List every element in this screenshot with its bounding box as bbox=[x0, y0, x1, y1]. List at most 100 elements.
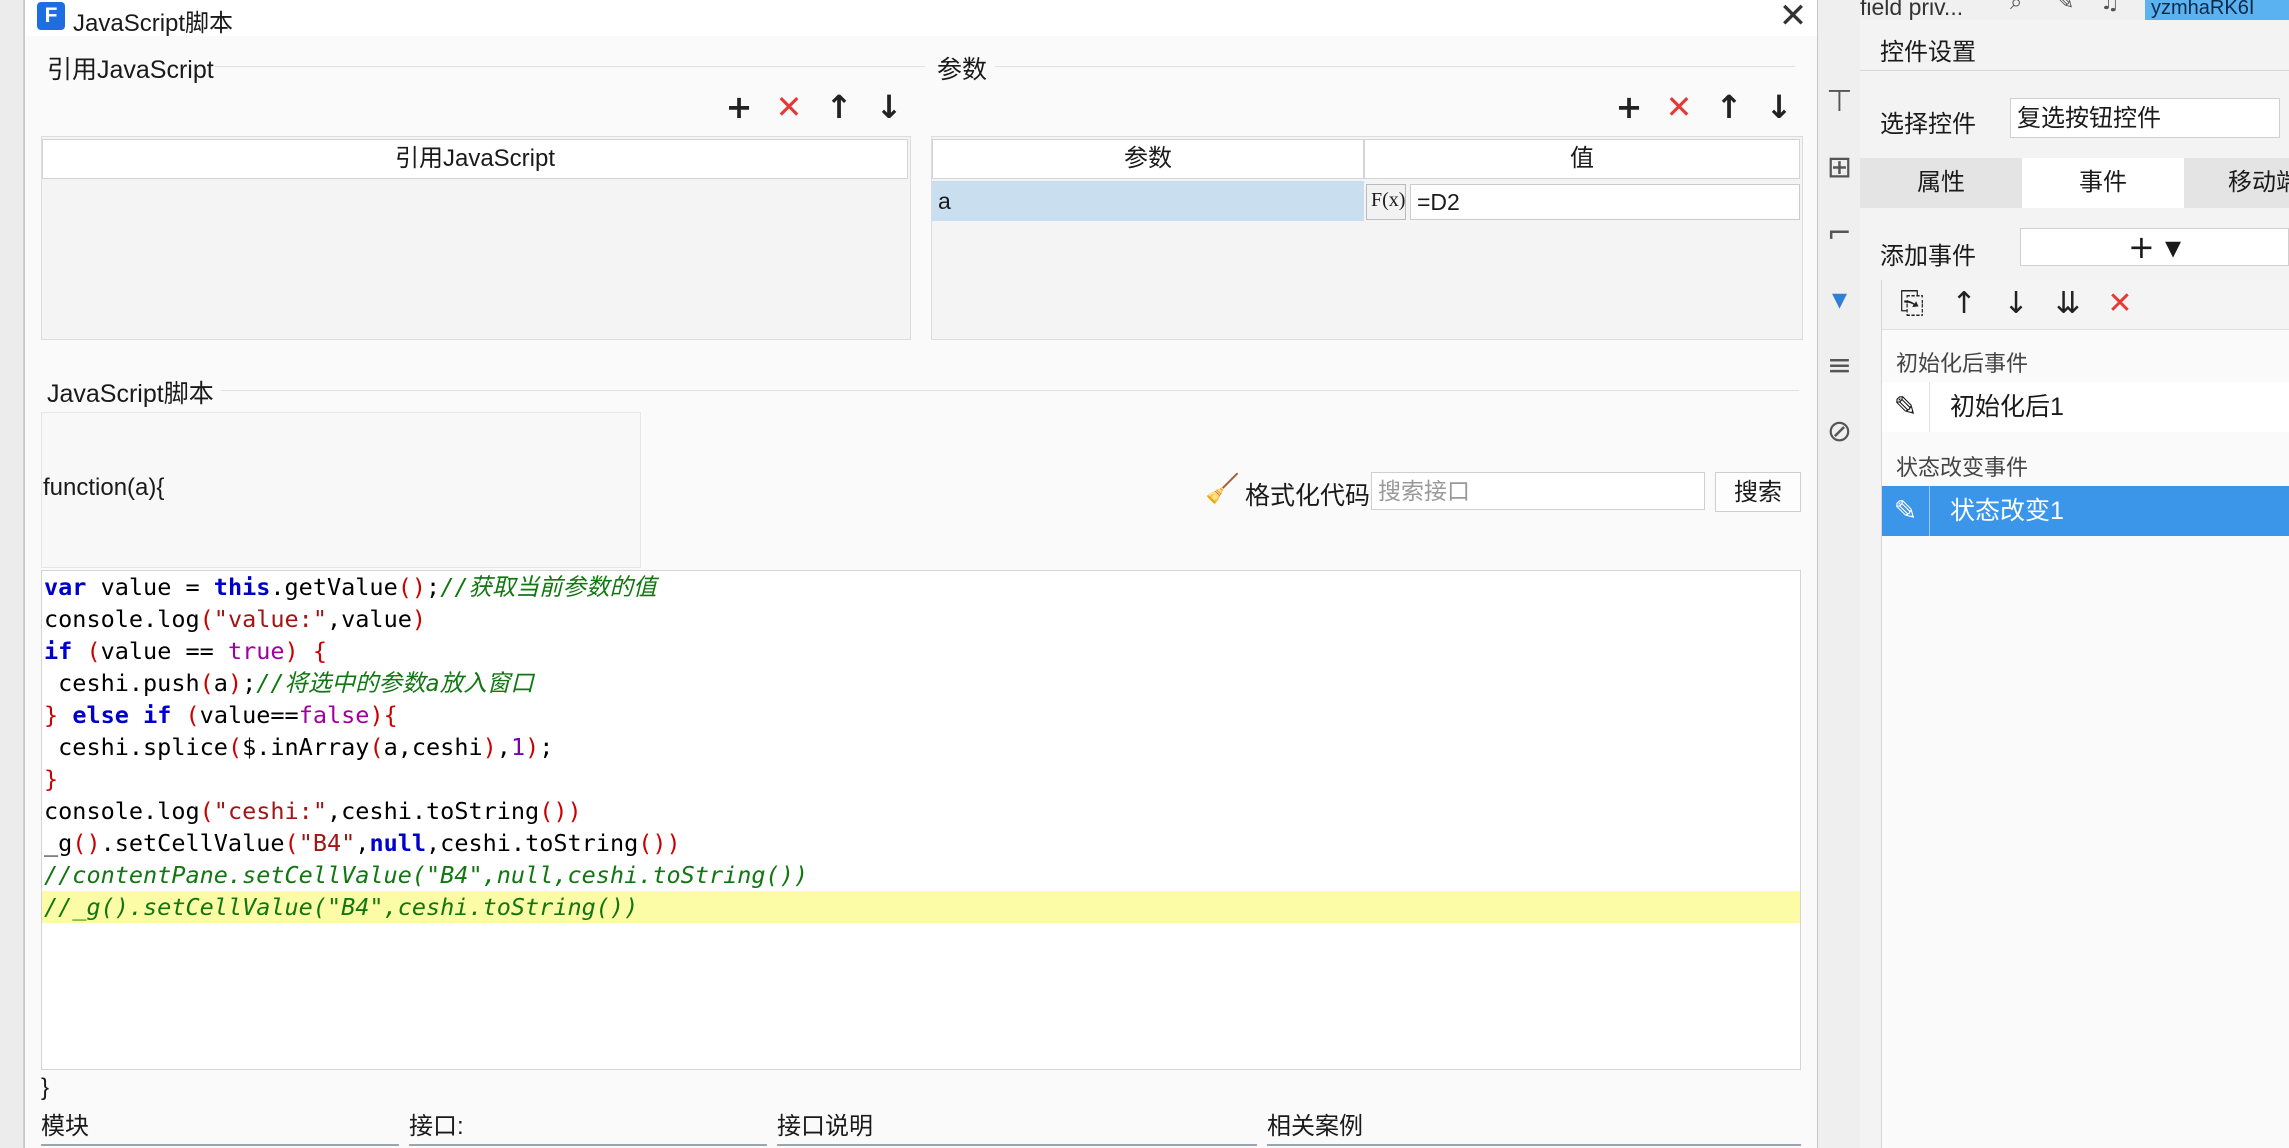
background-app-left-edge bbox=[0, 0, 24, 1148]
ref-move-down-button[interactable]: ↓ bbox=[869, 88, 909, 126]
code-token: ceshi.push bbox=[44, 669, 200, 697]
related-cases-column-label: 相关案例 bbox=[1267, 1113, 1363, 1140]
background-tab-bar: field priv... ⌕ ✎ ♫ yzmhaRK6I bbox=[1860, 0, 2289, 20]
tab-mobile[interactable]: 移动端 bbox=[2184, 158, 2289, 208]
widget-settings-title: 控件设置 bbox=[1880, 39, 1976, 66]
search-button[interactable]: 搜索 bbox=[1715, 472, 1801, 512]
code-line[interactable]: } else if (value==false){ bbox=[42, 699, 1800, 731]
param-add-button[interactable]: + bbox=[1609, 88, 1649, 126]
event-section-title: 初始化后事件 bbox=[1896, 351, 2029, 376]
code-line[interactable]: _g().setCellValue("B4",null,ceshi.toStri… bbox=[42, 827, 1800, 859]
param-name-column-header[interactable]: 参数 bbox=[932, 139, 1364, 179]
param-delete-button[interactable]: ✕ bbox=[1659, 88, 1699, 126]
ref-add-button[interactable]: + bbox=[719, 88, 759, 126]
code-line[interactable]: ceshi.push(a);//将选中的参数a放入窗口 bbox=[42, 667, 1800, 699]
code-token: else bbox=[72, 701, 129, 729]
formula-icon[interactable]: F(x) bbox=[1366, 184, 1406, 220]
format-code-button[interactable]: 格式化代码 bbox=[1245, 476, 1370, 512]
code-token: ( bbox=[199, 669, 214, 697]
widget-select[interactable]: 复选按钮控件 bbox=[2010, 98, 2280, 138]
code-token: .getValue bbox=[270, 573, 398, 601]
code-token: ()) bbox=[638, 829, 681, 857]
code-token: console.log bbox=[44, 797, 200, 825]
code-token: , bbox=[496, 733, 511, 761]
code-token: ( bbox=[199, 605, 214, 633]
param-value-column-header[interactable]: 值 bbox=[1364, 139, 1800, 179]
param-name-cell[interactable]: a bbox=[932, 181, 1364, 221]
code-token: ; bbox=[426, 573, 441, 601]
code-token: ) bbox=[369, 701, 384, 729]
code-token: () bbox=[397, 573, 427, 601]
code-token: true bbox=[227, 637, 285, 665]
frame-icon: ⌐ bbox=[1826, 216, 1853, 251]
code-token: value== bbox=[199, 701, 299, 729]
code-token: ) bbox=[525, 733, 540, 761]
broom-icon[interactable]: 🧹 bbox=[1205, 472, 1240, 505]
add-event-button[interactable]: + ▾ bbox=[2020, 228, 2289, 266]
code-token: if bbox=[143, 701, 172, 729]
code-token: false bbox=[298, 701, 370, 729]
function-closing-brace: } bbox=[41, 1074, 50, 1101]
code-token: ceshi.splice bbox=[44, 733, 228, 761]
tab-events[interactable]: 事件 bbox=[2022, 158, 2184, 208]
code-token: ,ceshi.toString bbox=[426, 829, 639, 857]
code-token: var bbox=[44, 573, 87, 601]
code-token: _g bbox=[44, 829, 73, 857]
code-line[interactable]: //_g().setCellValue("B4",ceshi.toString(… bbox=[42, 891, 1800, 923]
code-token: ( bbox=[369, 733, 384, 761]
code-line[interactable]: } bbox=[42, 763, 1800, 795]
select-widget-label: 选择控件 bbox=[1880, 111, 1976, 138]
code-line[interactable]: if (value == true) { bbox=[42, 635, 1800, 667]
code-token: ) bbox=[284, 637, 299, 665]
code-line[interactable]: var value = this.getValue();//获取当前参数的值 bbox=[42, 571, 1800, 603]
param-move-up-button[interactable]: ↑ bbox=[1709, 88, 1749, 126]
copy-icon[interactable]: ⎘ bbox=[1890, 282, 1934, 326]
param-move-down-button[interactable]: ↓ bbox=[1759, 88, 1799, 126]
move-up-icon[interactable]: ↑ bbox=[1942, 282, 1986, 326]
param-group-label: 参数 bbox=[937, 56, 988, 84]
interface-column-label: 接口: bbox=[409, 1113, 464, 1140]
ref-js-column-header[interactable]: 引用JavaScript bbox=[42, 139, 908, 179]
list-icon: ≡ bbox=[1826, 348, 1853, 383]
code-line[interactable]: console.log("value:",value) bbox=[42, 603, 1800, 635]
delete-icon[interactable]: ✕ bbox=[2098, 282, 2142, 326]
group-divider bbox=[221, 390, 1799, 391]
ref-delete-button[interactable]: ✕ bbox=[769, 88, 809, 126]
function-signature: function(a){ bbox=[43, 474, 165, 501]
ref-move-up-button[interactable]: ↑ bbox=[819, 88, 859, 126]
group-divider bbox=[995, 66, 1795, 67]
event-item-selected[interactable]: ✎ 状态改变1 bbox=[1882, 486, 2289, 536]
code-token: ( bbox=[284, 829, 299, 857]
module-list-border bbox=[41, 1144, 399, 1146]
move-down-icon[interactable]: ↓ bbox=[1994, 282, 2038, 326]
edit-icon[interactable]: ✎ bbox=[1882, 486, 1930, 536]
code-line[interactable]: //contentPane.setCellValue("B4",null,ces… bbox=[42, 859, 1800, 891]
event-item-label: 初始化后1 bbox=[1950, 393, 2064, 421]
user-badge[interactable]: yzmhaRK6I bbox=[2145, 0, 2289, 20]
dialog-title: JavaScript脚本 bbox=[73, 10, 234, 37]
code-token: { bbox=[383, 701, 398, 729]
move-bottom-icon[interactable]: ⇊ bbox=[2046, 282, 2090, 326]
script-group-label: JavaScript脚本 bbox=[47, 380, 214, 408]
event-item[interactable]: ✎ 初始化后1 bbox=[1882, 382, 2289, 432]
ref-js-group-label: 引用JavaScript bbox=[47, 56, 214, 84]
param-value-cell[interactable]: =D2 bbox=[1410, 184, 1800, 220]
code-token: ( bbox=[227, 733, 243, 761]
code-token: //获取当前参数的值 bbox=[440, 573, 657, 601]
event-item-label: 状态改变1 bbox=[1950, 497, 2064, 525]
edit-icon[interactable]: ✎ bbox=[1882, 382, 1930, 432]
tab-properties[interactable]: 属性 bbox=[1860, 158, 2022, 208]
code-token: 1 bbox=[510, 733, 526, 761]
search-input[interactable] bbox=[1371, 472, 1705, 510]
code-token: "ceshi:" bbox=[213, 797, 327, 825]
code-line[interactable]: console.log("ceshi:",ceshi.toString()) bbox=[42, 795, 1800, 827]
code-editor[interactable]: var value = this.getValue();//获取当前参数的值 co… bbox=[41, 570, 1801, 1070]
edit-icon: ✎ bbox=[2056, 0, 2075, 15]
param-table: 参数 值 a F(x) =D2 bbox=[931, 136, 1803, 340]
code-line[interactable]: ceshi.splice($.inArray(a,ceshi),1); bbox=[42, 731, 1800, 763]
close-button[interactable]: ✕ bbox=[1773, 0, 1813, 34]
